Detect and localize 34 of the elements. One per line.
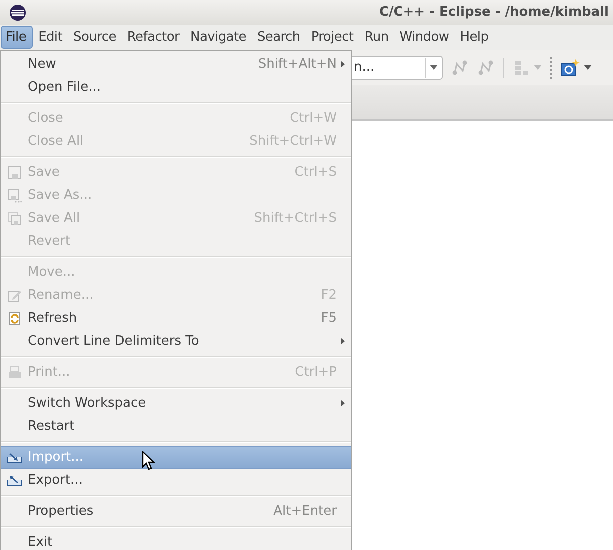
new-c-project-icon[interactable]: [560, 58, 580, 78]
menu-bar-item[interactable]: File: [1, 26, 33, 49]
edit-icon: [8, 288, 22, 302]
menu-item[interactable]: Properties Alt+Enter: [1, 500, 351, 523]
menu-bar-item[interactable]: Help: [456, 27, 494, 48]
dropdown-arrow-icon[interactable]: [584, 65, 592, 70]
submenu-arrow-icon: [341, 400, 345, 407]
mouse-pointer-icon: [142, 451, 155, 471]
menu-item[interactable]: Convert Line Delimiters To: [1, 330, 351, 353]
menu-bar-item[interactable]: Project: [307, 27, 359, 48]
menu-bar-item[interactable]: Refactor: [123, 27, 185, 48]
menu-bar-item[interactable]: Navigate: [186, 27, 252, 48]
submenu-arrow-icon: [341, 61, 345, 68]
menu-item[interactable]: Switch Workspace: [1, 392, 351, 415]
hierarchy-icon[interactable]: [512, 58, 530, 76]
menu-bar-item[interactable]: Search: [253, 27, 306, 48]
node-icon[interactable]: [477, 58, 495, 76]
node-icon[interactable]: [451, 58, 469, 76]
menu-bar-item[interactable]: Run: [360, 27, 394, 48]
tray-arrow-icon: [7, 452, 23, 464]
menu-item[interactable]: Refresh F5: [1, 307, 351, 330]
stacked-floppy-icon: [8, 212, 22, 226]
printer-icon: [8, 366, 22, 380]
eclipse-logo-icon: [9, 4, 27, 22]
menu-item[interactable]: Exit: [1, 531, 351, 550]
menu-bar-item[interactable]: Source: [70, 27, 122, 48]
menu-item[interactable]: Export...: [1, 469, 351, 492]
menu-bar-item[interactable]: Edit: [34, 27, 68, 48]
tray-arrow-icon: [7, 474, 23, 486]
menu-bar-item[interactable]: Window: [396, 27, 454, 48]
submenu-arrow-icon: [341, 338, 345, 345]
refresh-icon: [8, 312, 22, 326]
menu-item[interactable]: Restart: [1, 415, 351, 438]
window-title: C/C++ - Eclipse - /home/kimball: [379, 5, 610, 20]
